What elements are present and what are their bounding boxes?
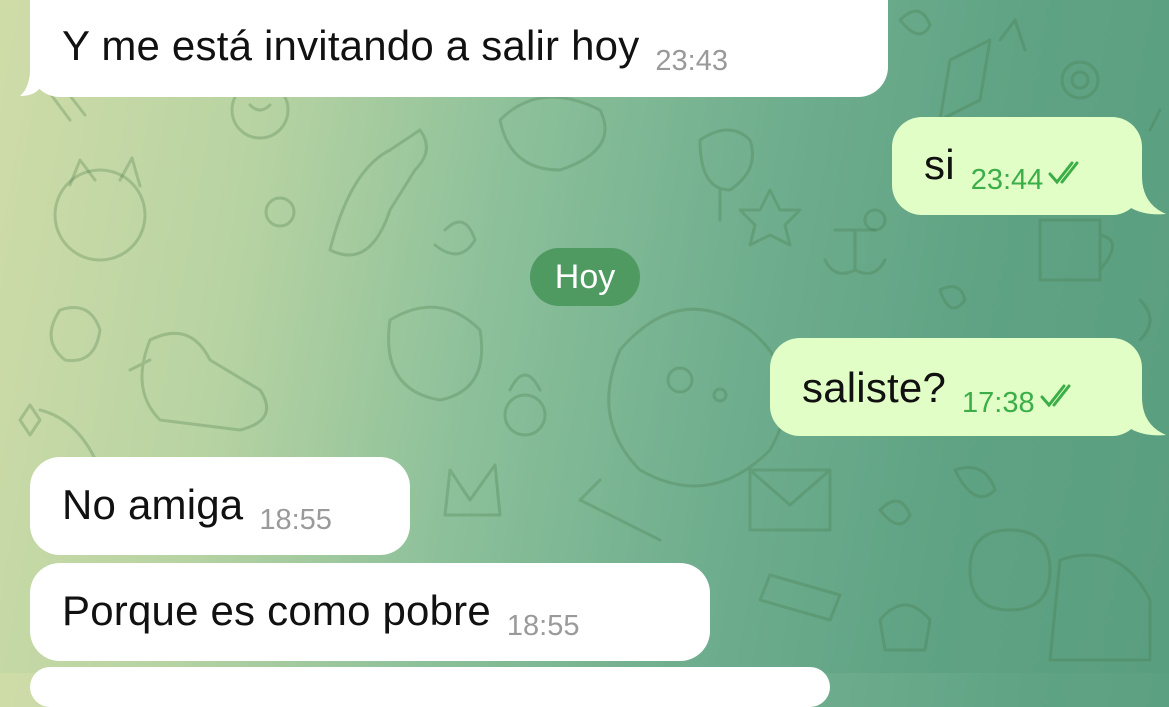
double-check-icon (1048, 161, 1079, 185)
double-check-icon (1040, 384, 1071, 408)
message-time: 18:55 (259, 504, 332, 536)
bubble-tail (1128, 176, 1166, 215)
bubble-tail (20, 58, 40, 96)
message-bubble-outgoing[interactable]: si 23:44 (892, 117, 1142, 215)
message-time: 23:44 (970, 164, 1044, 196)
message-text: Porque es como pobre (62, 587, 491, 634)
message-text: saliste? (802, 364, 947, 411)
message-bubble-incoming[interactable] (30, 667, 830, 707)
bubble-tail (1128, 397, 1166, 436)
message-bubble-incoming[interactable]: Y me está invitando a salir hoy 23:43 (30, 0, 888, 97)
message-text: si (924, 141, 955, 188)
message-time: 23:43 (655, 45, 728, 77)
message-text: No amiga (62, 481, 244, 528)
message-bubble-outgoing[interactable]: saliste? 17:38 (770, 338, 1142, 436)
message-time: 18:55 (506, 610, 580, 642)
message-text: Y me está invitando a salir hoy (62, 22, 640, 69)
message-bubble-incoming[interactable]: No amiga 18:55 (30, 457, 410, 555)
date-separator: Hoy (530, 248, 640, 306)
message-bubble-incoming[interactable]: Porque es como pobre 18:55 (30, 563, 710, 661)
message-time: 17:38 (962, 387, 1035, 419)
